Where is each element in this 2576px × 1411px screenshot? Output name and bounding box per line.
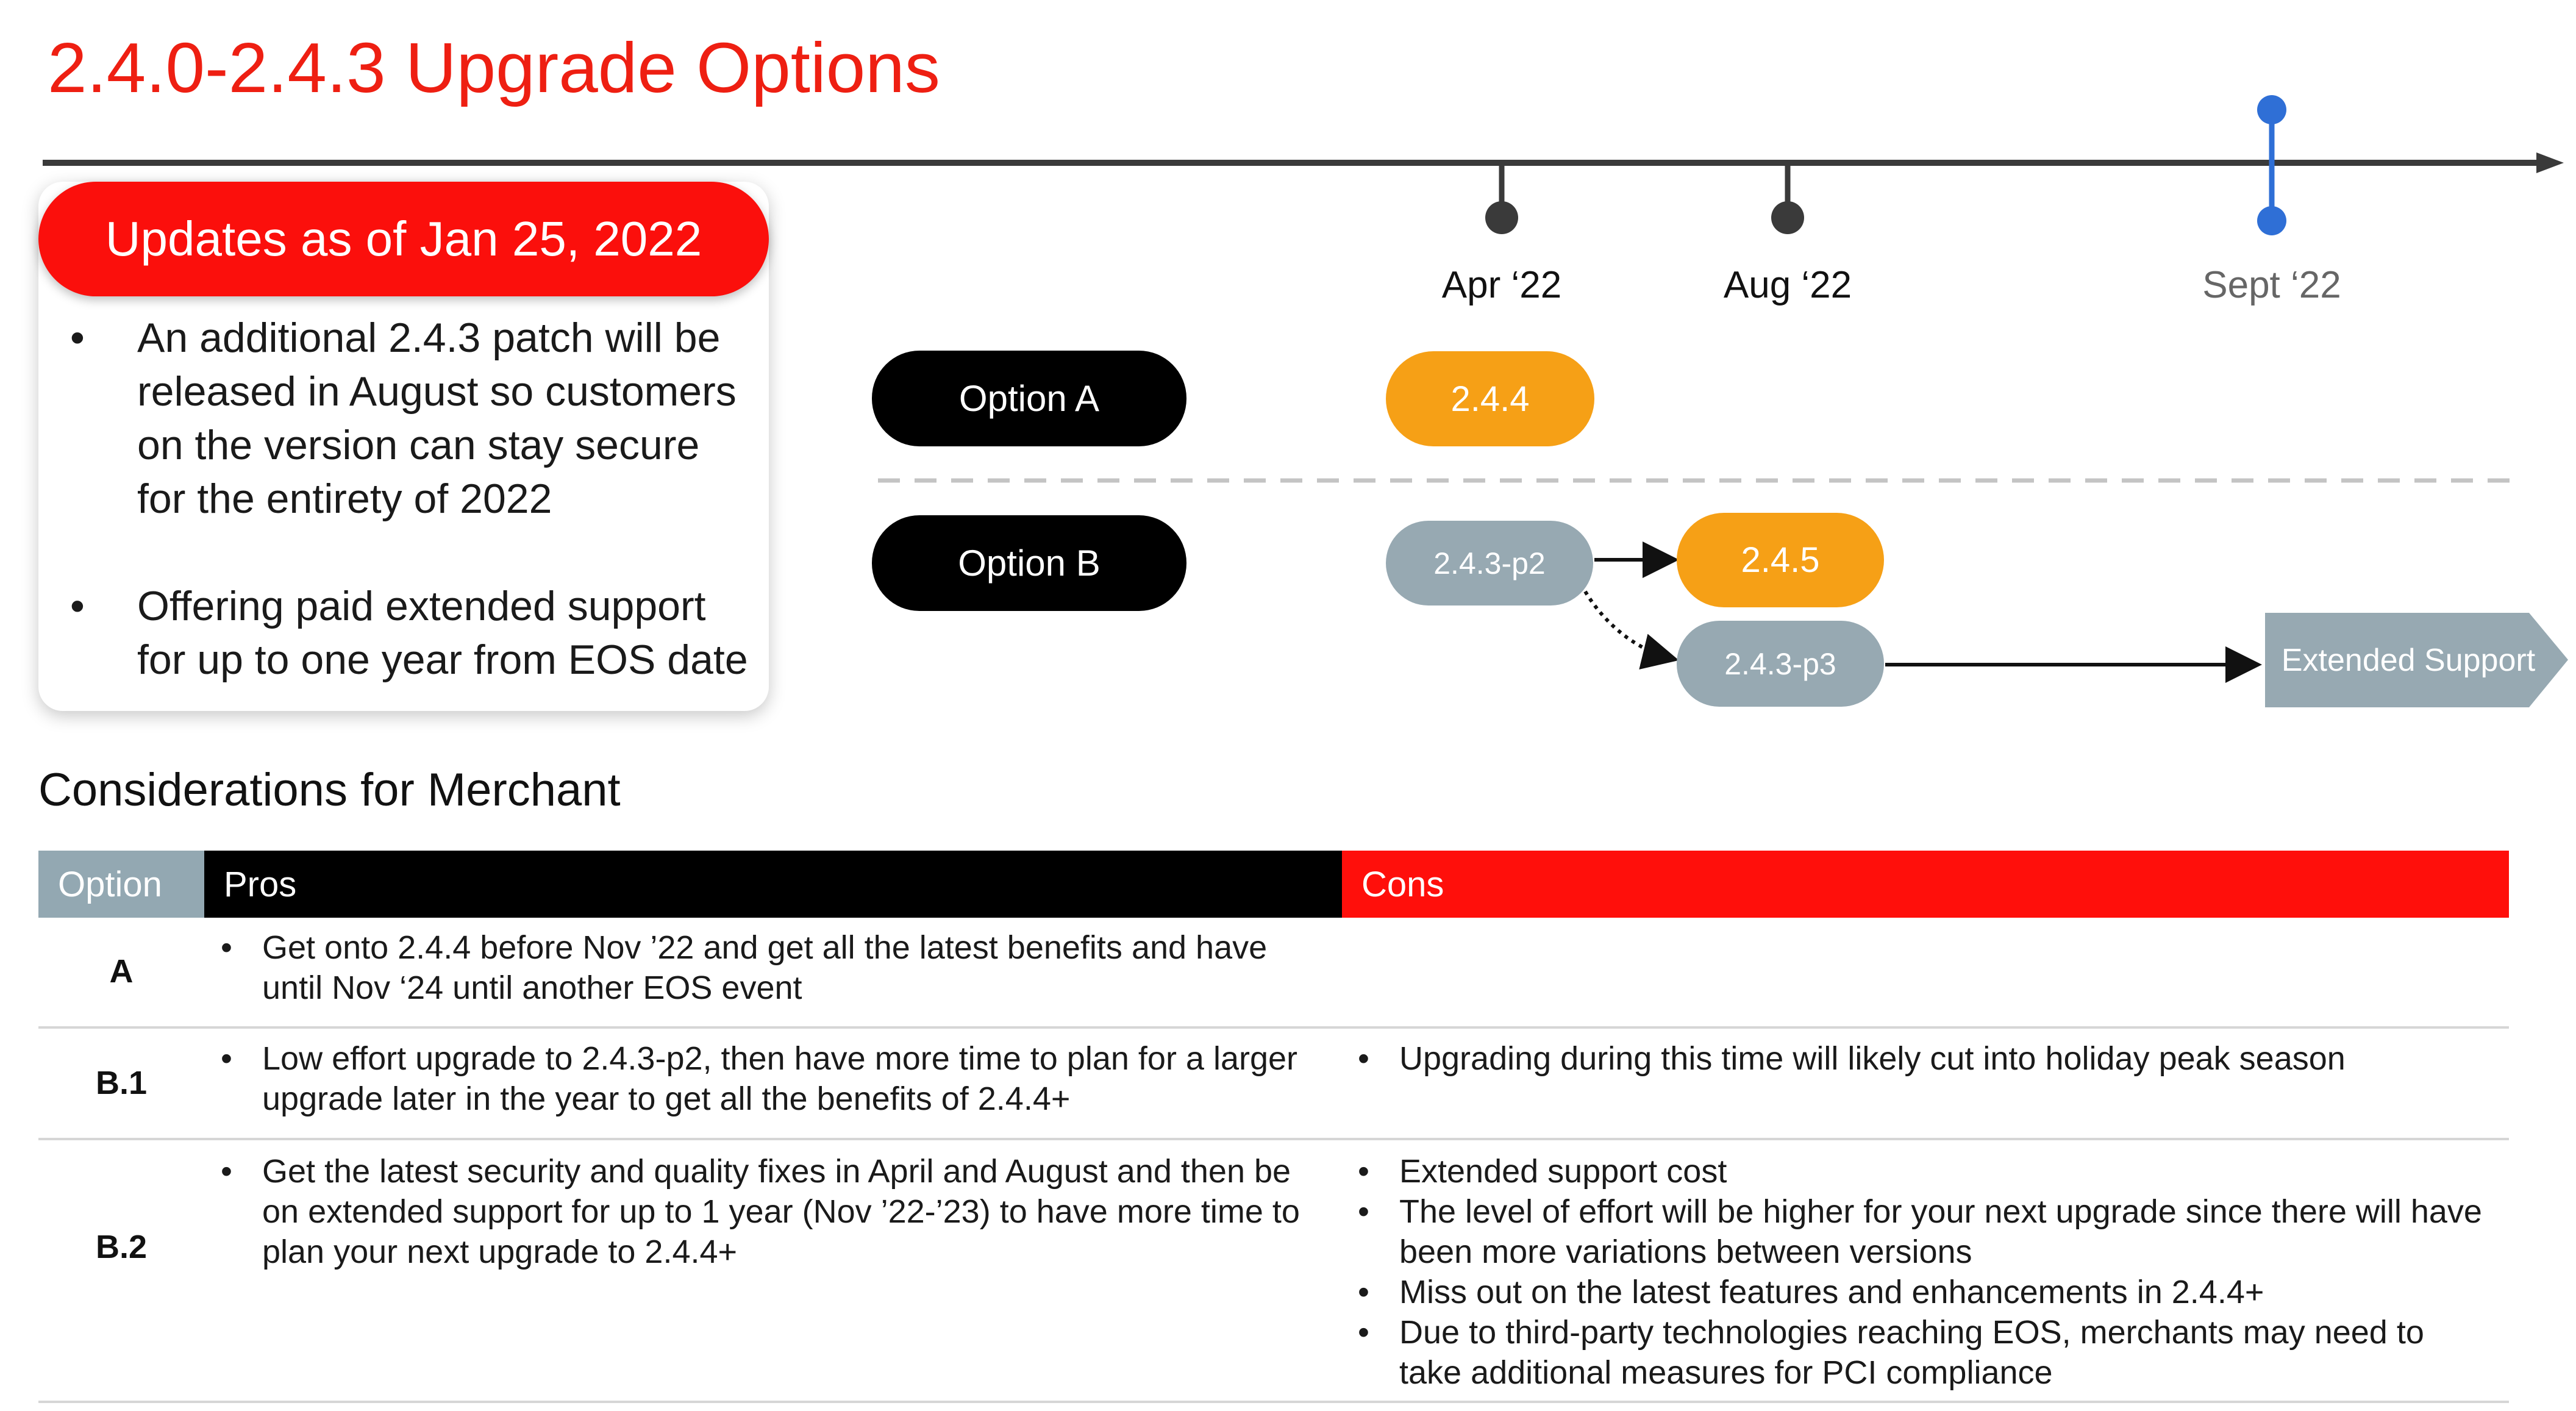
version-pill-244: 2.4.4 [1386, 351, 1594, 446]
extended-support-label: Extended Support [2281, 642, 2536, 678]
cons-item: Due to third-party technologies reaching… [1344, 1312, 2491, 1393]
apr-marker [1485, 201, 1518, 234]
option-a-pill: Option A [872, 351, 1186, 446]
month-label-aug: Aug ‘22 [1723, 264, 1852, 306]
pros-item: Get onto 2.4.4 before Nov ’22 and get al… [207, 927, 1335, 1008]
updates-bullet: Offering paid extended support for up to… [64, 579, 753, 687]
table-header-option: Option [38, 851, 204, 918]
updates-header: Updates as of Jan 25, 2022 [38, 182, 769, 296]
row-b1-cons: Upgrading during this time will likely c… [1344, 1038, 2491, 1079]
month-label-sept: Sept ‘22 [2202, 264, 2341, 306]
table-header-cons: Cons [1342, 851, 2509, 918]
cons-item: The level of effort will be higher for y… [1344, 1191, 2491, 1272]
row-divider [38, 1026, 2509, 1029]
version-pill-243-p3: 2.4.3-p3 [1677, 621, 1884, 707]
version-pill-243-p2: 2.4.3-p2 [1386, 521, 1593, 605]
aug-marker [1771, 201, 1804, 234]
table-header-pros: Pros [204, 851, 1342, 918]
row-b2-pros: Get the latest security and quality fixe… [207, 1151, 1335, 1272]
row-b1-pros: Low effort upgrade to 2.4.3-p2, then hav… [207, 1038, 1335, 1119]
option-b-pill: Option B [872, 515, 1186, 611]
row-option-a: A [109, 953, 134, 990]
pros-item: Low effort upgrade to 2.4.3-p2, then hav… [207, 1038, 1335, 1119]
row-divider [38, 1138, 2509, 1140]
cons-item: Upgrading during this time will likely c… [1344, 1038, 2491, 1079]
sept-marker-bottom [2257, 206, 2286, 235]
cons-item: Miss out on the latest features and enha… [1344, 1272, 2491, 1312]
considerations-title: Considerations for Merchant [38, 764, 621, 816]
pros-item: Get the latest security and quality fixe… [207, 1151, 1335, 1272]
row-option-b2: B.2 [95, 1229, 148, 1265]
version-pill-245: 2.4.5 [1677, 513, 1884, 607]
timeline-arrow-icon [2536, 152, 2564, 173]
sept-marker-top [2257, 95, 2286, 124]
month-label-apr: Apr ‘22 [1441, 264, 1562, 306]
row-a-pros: Get onto 2.4.4 before Nov ’22 and get al… [207, 927, 1335, 1008]
row-divider [38, 1401, 2509, 1403]
dotted-arrow-p2-to-p3 [1583, 590, 1679, 670]
cons-item: Extended support cost [1344, 1151, 2491, 1191]
row-option-b1: B.1 [95, 1065, 148, 1101]
row-b2-cons: Extended support cost The level of effor… [1344, 1151, 2491, 1393]
updates-bullets: An additional 2.4.3 patch will be releas… [64, 311, 753, 740]
updates-bullet: An additional 2.4.3 patch will be releas… [64, 311, 753, 526]
